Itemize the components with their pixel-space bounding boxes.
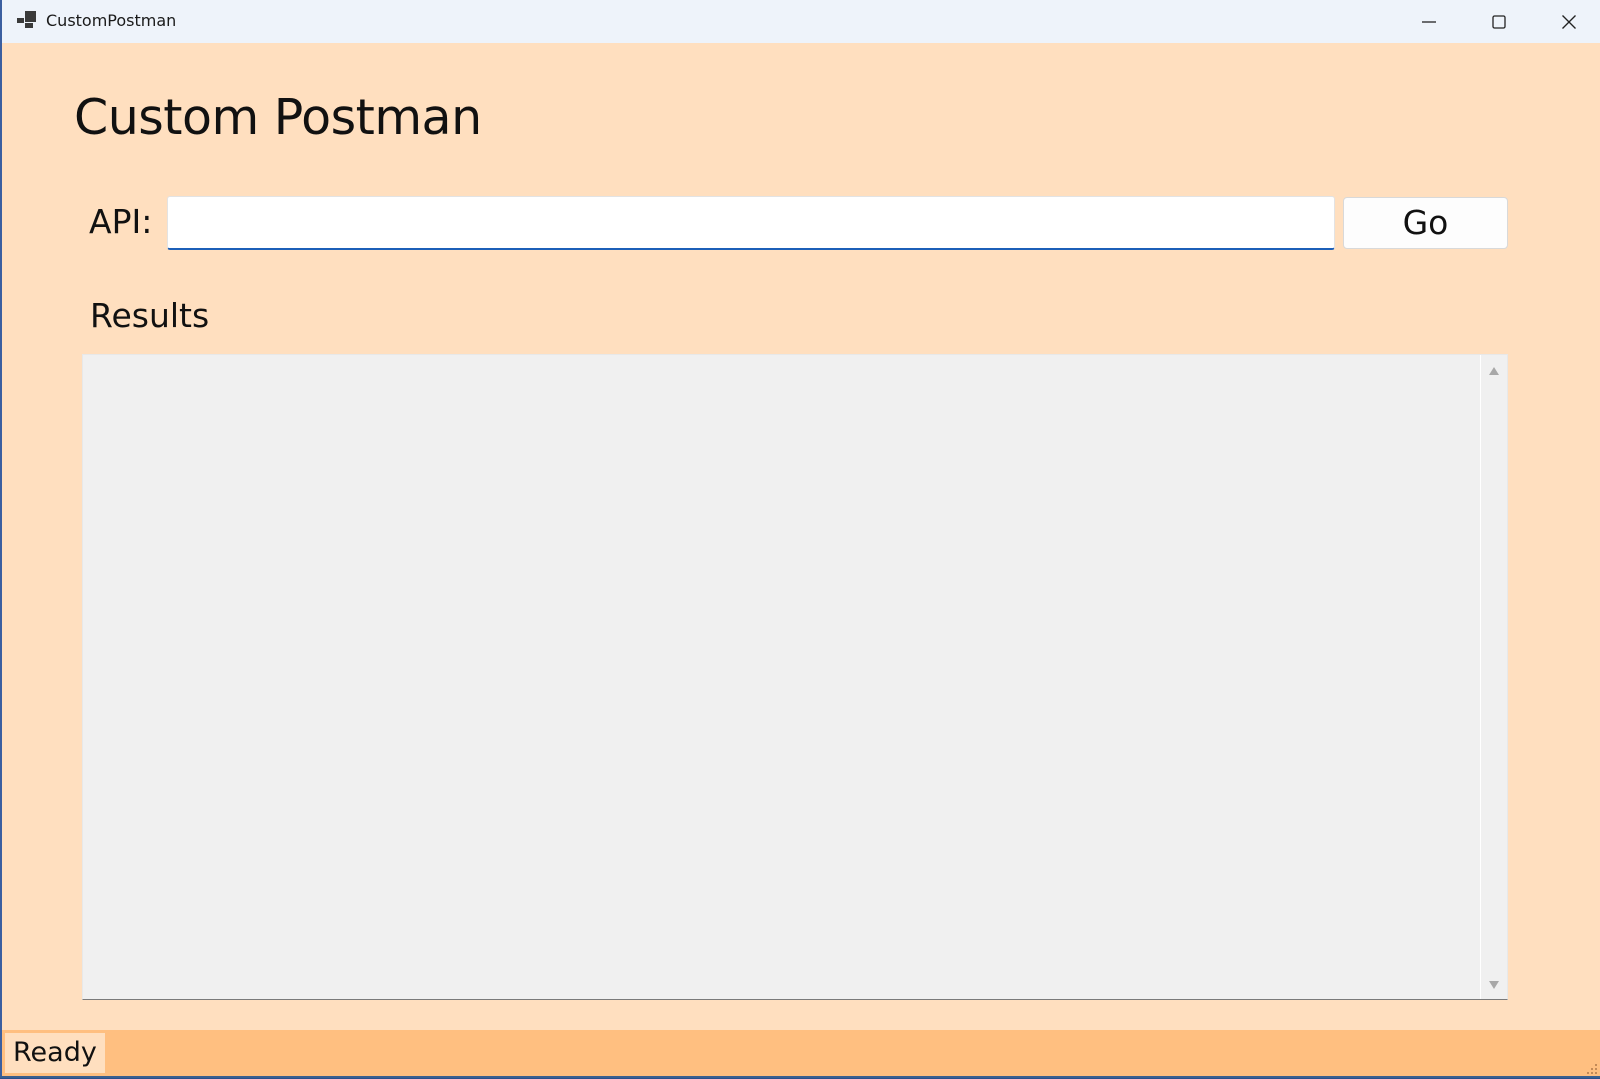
- scroll-up-arrow-icon: [1488, 361, 1500, 380]
- title-bar[interactable]: CustomPostman: [2, 0, 1600, 43]
- maximize-icon: [1491, 14, 1507, 30]
- api-input[interactable]: [167, 196, 1335, 250]
- scroll-down-button[interactable]: [1481, 971, 1507, 997]
- results-label: Results: [90, 296, 210, 335]
- window-title: CustomPostman: [46, 11, 177, 30]
- minimize-button[interactable]: [1394, 0, 1464, 43]
- scroll-up-button[interactable]: [1481, 357, 1507, 383]
- scroll-down-arrow-icon: [1488, 975, 1500, 994]
- api-label: API:: [89, 202, 153, 241]
- maximize-button[interactable]: [1464, 0, 1534, 43]
- results-textbox[interactable]: [82, 354, 1508, 1000]
- results-content[interactable]: [83, 355, 1480, 999]
- page-title: Custom Postman: [74, 89, 482, 146]
- close-button[interactable]: [1534, 0, 1600, 43]
- resize-grip-icon[interactable]: [1584, 1060, 1598, 1074]
- minimize-icon: [1421, 14, 1437, 30]
- app-icon: [17, 11, 37, 29]
- status-bar: Ready: [2, 1030, 1600, 1076]
- status-text: Ready: [5, 1033, 105, 1073]
- app-window: CustomPostman Custom Postman API: Go Res…: [0, 0, 1600, 1076]
- go-button[interactable]: Go: [1343, 197, 1508, 249]
- results-scrollbar[interactable]: [1480, 355, 1507, 999]
- close-icon: [1561, 14, 1577, 30]
